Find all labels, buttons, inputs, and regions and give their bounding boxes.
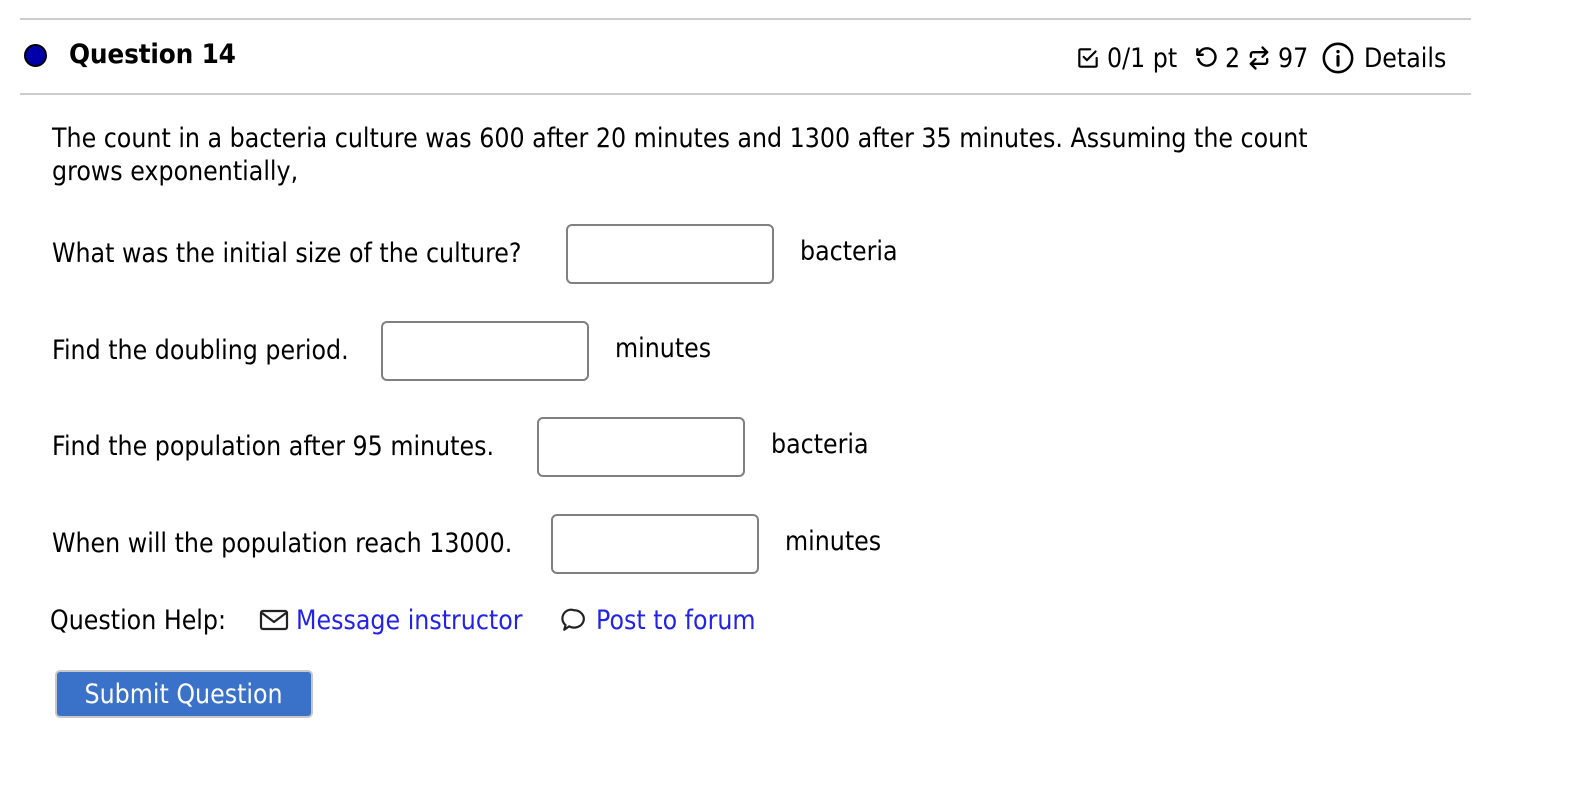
message-instructor-link[interactable]: Message instructor [258, 605, 558, 636]
attempts-count: 97 [1278, 42, 1309, 74]
question-meta: 0/1 pt 2 97 Details [1073, 38, 1458, 78]
population-95-input[interactable] [537, 417, 745, 477]
initial-size-input[interactable] [566, 224, 774, 284]
question-prompt: The count in a bacteria culture was 600 … [52, 122, 1432, 188]
part-1-label: What was the initial size of the culture… [52, 237, 522, 269]
part-4-label: When will the population reach 13000. [52, 527, 513, 559]
details-button[interactable]: Details [1320, 40, 1458, 76]
part-2-label: Find the doubling period. [52, 334, 349, 366]
checkbox-checked-icon [1073, 43, 1103, 73]
retry-icon [1191, 43, 1221, 73]
question-header: Question 14 0/1 pt 2 97 Details [23, 36, 1471, 80]
part-3-label: Find the population after 95 minutes. [52, 430, 495, 462]
speech-bubble-icon [558, 605, 590, 635]
submit-question-button[interactable]: Submit Question [55, 670, 313, 718]
score-text: 0/1 pt [1107, 42, 1178, 74]
post-to-forum-label: Post to forum [596, 604, 756, 636]
score-display: 0/1 pt [1073, 43, 1191, 74]
details-label: Details [1364, 42, 1447, 74]
question-help-label: Question Help: [50, 604, 226, 636]
info-icon [1320, 40, 1356, 76]
question-part-1: What was the initial size of the culture… [52, 223, 586, 283]
repeat-arrows-icon [1244, 43, 1274, 73]
retries-count: 2 [1224, 42, 1240, 74]
question-part-4: When will the population reach 13000. [52, 513, 575, 573]
question-title: Question 14 [69, 39, 236, 70]
post-to-forum-link[interactable]: Post to forum [558, 605, 777, 636]
retries-display: 2 [1191, 43, 1244, 74]
part-2-unit: minutes [615, 333, 712, 364]
attempts-display: 97 [1244, 43, 1314, 74]
part-4-unit: minutes [785, 526, 882, 557]
question-help: Question Help: Message instructor Post t… [50, 600, 777, 640]
question-status-dot [24, 44, 47, 67]
prompt-line-2: grows exponentially, [52, 156, 299, 187]
prompt-line-1: The count in a bacteria culture was 600 … [52, 123, 1308, 154]
part-3-unit: bacteria [771, 429, 869, 460]
time-to-13000-input[interactable] [551, 514, 759, 574]
doubling-period-input[interactable] [381, 321, 589, 381]
envelope-icon [258, 605, 290, 635]
submit-question-label: Submit Question [84, 678, 284, 710]
header-bottom-divider [20, 93, 1471, 95]
part-1-unit: bacteria [800, 236, 898, 267]
header-top-divider [20, 18, 1471, 20]
question-part-2: Find the doubling period. [52, 320, 389, 380]
message-instructor-label: Message instructor [296, 604, 523, 636]
question-part-3: Find the population after 95 minutes. [52, 416, 554, 476]
